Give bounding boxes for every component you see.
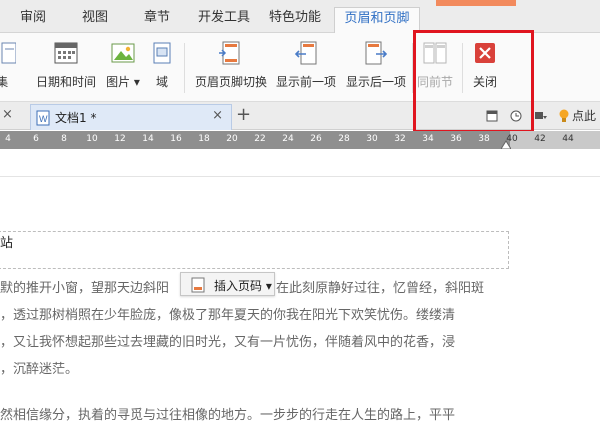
header-footer-switch-icon	[219, 41, 240, 65]
show-next-label: 显示后一项	[345, 75, 407, 89]
ruler-number: 26	[310, 134, 322, 144]
tab-header-footer[interactable]: 页眉和页脚	[334, 7, 420, 33]
ruler-number: 18	[198, 134, 210, 144]
tab-review[interactable]: 审阅	[8, 7, 58, 33]
date-time-label: 日期和时间	[35, 75, 97, 89]
right-indent-marker-icon[interactable]	[501, 139, 511, 149]
ruler-number: 8	[61, 134, 67, 144]
title-accent-strip	[436, 0, 516, 6]
word-document-icon: W	[36, 110, 50, 126]
document-tab[interactable]: W 文档1 * ×	[30, 104, 232, 130]
tab-view[interactable]: 视图	[70, 7, 120, 33]
ruler-number: 42	[534, 134, 546, 144]
ruler-number: 24	[282, 134, 294, 144]
picture-icon	[111, 43, 135, 63]
body-line[interactable]: 在此刻原静好过往，忆曾经，斜阳斑	[276, 275, 484, 302]
ruler-number: 22	[254, 134, 266, 144]
switch-header-footer-button[interactable]: 页眉页脚切换	[195, 39, 267, 89]
svg-text:W: W	[39, 114, 48, 124]
body-line[interactable]: ，又让我怀想起那些过去埋藏的旧时光，又有一片忧伤，伴随着风中的花香，浸	[0, 329, 455, 356]
ruler-margin-area	[510, 131, 600, 149]
ruler-number: 4	[5, 134, 11, 144]
show-next-icon	[365, 41, 388, 65]
doc-parts-button[interactable]: 文集	[0, 39, 20, 89]
new-tab-icon[interactable]: +	[236, 104, 251, 125]
close-previous-tab-icon[interactable]: ×	[2, 107, 13, 122]
ruler-number: 16	[170, 134, 182, 144]
ruler-number: 6	[33, 134, 39, 144]
insert-page-number-button[interactable]: 插入页码 ▾	[180, 272, 275, 296]
page-boundary	[0, 176, 600, 177]
ruler-number: 10	[86, 134, 98, 144]
show-previous-button[interactable]: 显示前一项	[276, 39, 336, 89]
field-button[interactable]: 域	[148, 39, 176, 89]
tab-section[interactable]: 章节	[132, 7, 182, 33]
ruler-number: 30	[366, 134, 378, 144]
document-tab-name: 文档1 *	[55, 111, 97, 125]
calendar-icon	[54, 42, 78, 64]
switch-header-footer-label: 页眉页脚切换	[194, 75, 268, 89]
show-previous-label: 显示前一项	[275, 75, 337, 89]
document-tab-close-icon[interactable]: ×	[212, 108, 223, 123]
ruler-number: 36	[450, 134, 462, 144]
tab-developer[interactable]: 开发工具	[192, 7, 256, 33]
ruler-number: 32	[394, 134, 406, 144]
ruler-number: 44	[562, 134, 574, 144]
ruler-number: 20	[226, 134, 238, 144]
body-line[interactable]: 然相信缘分，执着的寻觅与过往相像的地方。一步步的行走在人生的路上，平平	[0, 402, 455, 429]
field-label: 域	[155, 75, 169, 89]
ruler-number: 12	[114, 134, 126, 144]
page-number-icon	[191, 277, 205, 293]
picture-label: 图片 ▾	[106, 75, 140, 89]
field-icon	[153, 42, 171, 64]
horizontal-ruler[interactable]: 4 6 8 10 12 14 16 18 20 22 24 26 28 30 3…	[0, 131, 600, 149]
doc-parts-icon	[1, 42, 16, 64]
tab-menu-icon[interactable]	[534, 110, 548, 122]
tab-features[interactable]: 特色功能	[262, 7, 328, 33]
show-previous-icon	[294, 41, 317, 65]
insert-page-number-label: 插入页码 ▾	[214, 279, 272, 293]
ruler-number: 34	[422, 134, 434, 144]
ruler-number: 14	[142, 134, 154, 144]
ribbon-separator	[184, 43, 185, 93]
header-region[interactable]	[0, 231, 509, 269]
show-next-button[interactable]: 显示后一项	[346, 39, 406, 89]
date-time-button[interactable]: 日期和时间	[36, 39, 96, 89]
body-line[interactable]: ，沉醉迷茫。	[0, 356, 78, 383]
ruler-number: 38	[478, 134, 490, 144]
menu-tab-bar: 审阅 视图 章节 开发工具 特色功能 页眉和页脚	[0, 0, 600, 33]
highlight-box	[413, 30, 534, 133]
tip-text[interactable]: 点此	[572, 107, 596, 124]
ruler-number: 28	[338, 134, 350, 144]
lightbulb-icon	[559, 109, 569, 122]
body-line[interactable]: 默的推开小窗，望那天边斜阳	[0, 275, 169, 302]
doc-parts-label: 文集	[0, 75, 9, 89]
body-line[interactable]: ，透过那树梢照在少年脸庞，像极了那年夏天的你我在阳光下欢笑忧伤。缕缕清	[0, 302, 455, 329]
picture-button[interactable]: 图片 ▾	[106, 39, 140, 89]
header-text[interactable]: 站	[0, 232, 13, 251]
